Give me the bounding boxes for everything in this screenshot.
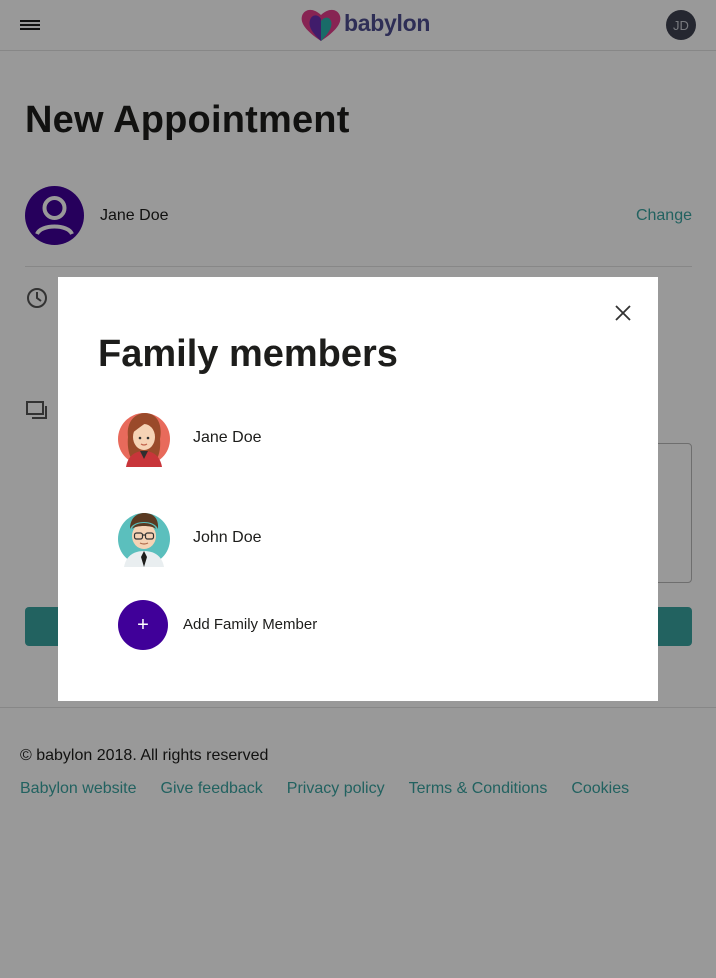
add-family-member-label: Add Family Member: [183, 616, 318, 633]
close-icon[interactable]: [613, 303, 633, 323]
male-avatar-icon: [118, 513, 170, 567]
plus-icon: +: [118, 600, 168, 650]
family-member-name: John Doe: [193, 529, 262, 546]
family-member-name: Jane Doe: [193, 429, 262, 446]
female-avatar-icon: [118, 413, 170, 467]
family-member-item[interactable]: John Doe: [118, 511, 598, 567]
family-member-item[interactable]: Jane Doe: [118, 411, 598, 467]
add-family-member-button[interactable]: + Add Family Member: [118, 600, 598, 650]
modal-title: Family members: [98, 333, 398, 375]
family-members-modal: Family members Jane Doe John Doe + Add F…: [58, 277, 658, 701]
